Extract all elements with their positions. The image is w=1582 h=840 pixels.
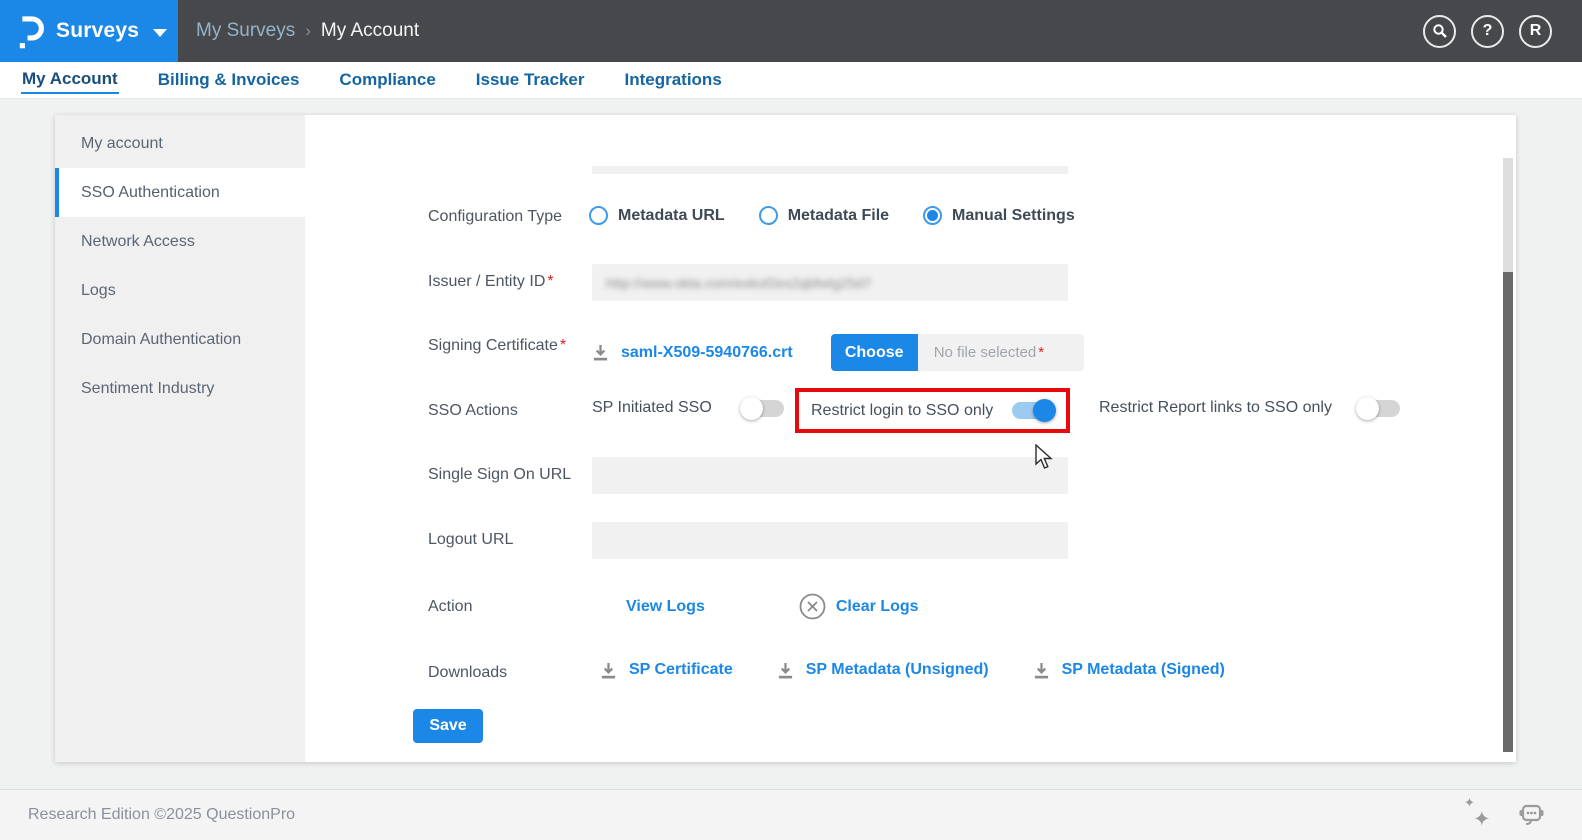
radio-manual-settings[interactable]: Manual Settings [923,206,1075,225]
chevron-down-icon [153,29,167,37]
action-row: View Logs Clear Logs [626,593,919,620]
header-actions: ? R [1423,0,1552,62]
signing-certificate-row: saml-X509-5940766.crt Choose No file sel… [592,334,1084,371]
toggle-knob [1033,399,1056,422]
tab-issue-tracker[interactable]: Issue Tracker [475,68,586,93]
sidebar-item-network-access[interactable]: Network Access [55,217,305,266]
logout-url-field[interactable] [592,522,1068,559]
ai-sparkles-icon[interactable]: ✦✦ [1464,801,1492,829]
help-button[interactable]: ? [1471,15,1504,48]
avatar-initial: R [1530,22,1542,40]
breadcrumb-separator: › [305,21,311,41]
cutoff-field-bottom [592,166,1068,174]
radio-metadata-file[interactable]: Metadata File [759,206,889,225]
action-label: Action [428,598,472,616]
choose-file-button[interactable]: Choose [831,334,918,371]
sso-actions-label: SSO Actions [428,402,518,420]
toggle-knob [740,397,763,420]
radio-selected-icon [923,206,942,225]
clear-circle-x-icon [799,593,826,620]
issuer-entity-id-label: Issuer / Entity ID* [428,273,554,291]
product-name: Surveys [56,19,139,43]
sp-certificate-download[interactable]: SP Certificate [600,661,733,679]
sidebar-item-sentiment-industry[interactable]: Sentiment Industry [55,364,305,413]
settings-sidebar: My account SSO Authentication Network Ac… [55,115,305,762]
restrict-login-highlight-box: Restrict login to SSO only [795,388,1070,433]
sidebar-item-my-account[interactable]: My account [55,119,305,168]
sidebar-item-domain-authentication[interactable]: Domain Authentication [55,315,305,364]
account-tabbar: My Account Billing & Invoices Compliance… [0,62,1582,99]
issuer-entity-id-field[interactable]: http://www.okta.com/exkof2es2qbfwtg25d7 [592,264,1068,301]
toggle-knob [1356,397,1379,420]
avatar[interactable]: R [1519,15,1552,48]
sp-metadata-signed-download[interactable]: SP Metadata (Signed) [1033,661,1225,679]
tab-my-account[interactable]: My Account [21,67,119,94]
sp-initiated-sso-toggle[interactable] [742,400,784,417]
configuration-type-label: Configuration Type [428,208,562,226]
configuration-type-options: Metadata URL Metadata File Manual Settin… [589,206,1075,225]
sp-metadata-unsigned-download[interactable]: SP Metadata (Unsigned) [777,661,989,679]
tab-compliance[interactable]: Compliance [338,68,436,93]
breadcrumb: My Surveys › My Account [196,0,419,62]
radio-circle-icon [589,206,608,225]
radio-circle-icon [759,206,778,225]
sp-initiated-sso-toggle-group: SP Initiated SSO [592,399,784,417]
save-button[interactable]: Save [413,709,483,743]
breadcrumb-current: My Account [321,20,419,42]
breadcrumb-my-surveys[interactable]: My Surveys [196,20,295,42]
restrict-login-sso-toggle[interactable] [1012,402,1054,419]
signing-certificate-label: Signing Certificate* [428,337,566,355]
single-sign-on-url-label: Single Sign On URL [428,466,571,484]
restrict-report-links-sso-toggle[interactable] [1358,400,1400,417]
tab-integrations[interactable]: Integrations [623,68,722,93]
download-icon [1033,662,1050,679]
scrollbar-thumb[interactable] [1503,272,1513,752]
restrict-report-links-toggle-group: Restrict Report links to SSO only [1099,399,1400,417]
questionpro-logo-icon [16,12,46,50]
download-icon [777,662,794,679]
footer-copyright: Research Edition ©2025 QuestionPro [28,806,295,824]
footer-icons: ✦✦ [1464,800,1546,830]
clear-logs-link[interactable]: Clear Logs [836,598,919,616]
certificate-file-link[interactable]: saml-X509-5940766.crt [621,344,793,362]
radio-metadata-url[interactable]: Metadata URL [589,206,725,225]
product-switcher[interactable]: Surveys [0,0,178,62]
sidebar-item-sso-authentication[interactable]: SSO Authentication [55,168,305,217]
single-sign-on-url-field[interactable] [592,457,1068,494]
downloads-row: SP Certificate SP Metadata (Unsigned) SP… [600,661,1225,679]
search-button[interactable] [1423,15,1456,48]
app-root: Surveys My Surveys › My Account ? R My [0,0,1582,840]
no-file-selected: No file selected* [918,334,1084,371]
search-icon [1432,23,1448,39]
download-icon [600,662,617,679]
view-logs-link[interactable]: View Logs [626,598,705,616]
top-header: Surveys My Surveys › My Account ? R [0,0,1582,62]
download-icon [592,344,609,361]
logout-url-label: Logout URL [428,531,513,549]
issuer-obscured-value: http://www.okta.com/exkof2es2qbfwtg25d7 [606,275,871,291]
settings-panel: My account SSO Authentication Network Ac… [55,115,1516,762]
help-icon: ? [1483,22,1493,40]
downloads-label: Downloads [428,664,507,682]
footer: Research Edition ©2025 QuestionPro ✦✦ [0,789,1582,840]
sidebar-item-logs[interactable]: Logs [55,266,305,315]
tab-billing-invoices[interactable]: Billing & Invoices [157,68,301,93]
chat-support-icon[interactable] [1516,800,1546,830]
